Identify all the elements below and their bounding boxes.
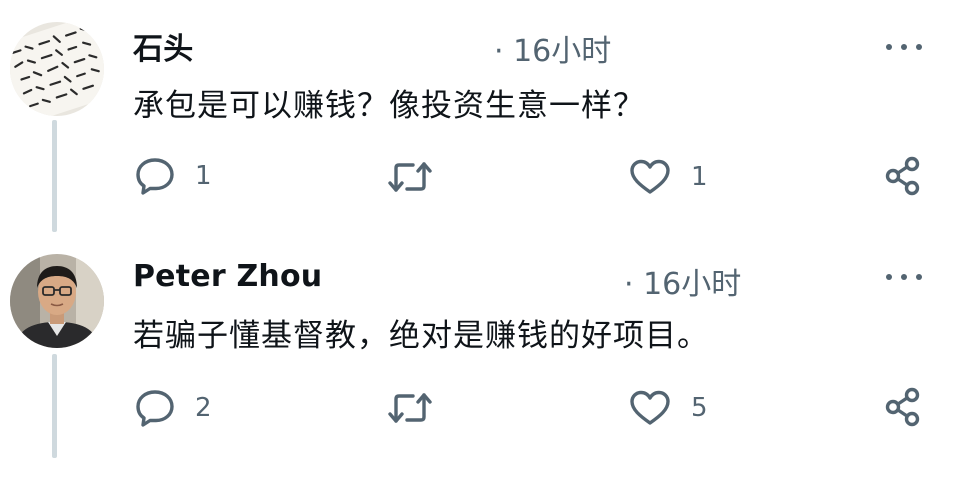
reply-count: 2 <box>195 393 212 423</box>
retweet-button[interactable] <box>387 160 453 194</box>
tweet-text: 承包是可以赚钱？像投资生意一样？ <box>133 88 645 124</box>
avatar[interactable] <box>10 22 104 116</box>
heart-icon <box>630 159 670 194</box>
calligraphy-avatar-image <box>10 22 104 116</box>
speech-bubble-icon <box>136 390 174 427</box>
timestamp[interactable]: · 16小时 <box>624 259 741 303</box>
retweet-icon <box>388 162 432 192</box>
like-count: 5 <box>691 393 708 423</box>
share-button[interactable] <box>884 387 922 427</box>
reply-button[interactable]: 1 <box>135 157 212 195</box>
share-icon <box>885 156 920 196</box>
share-icon <box>885 387 920 427</box>
person-avatar-image <box>10 254 104 348</box>
like-button[interactable]: 1 <box>629 159 708 195</box>
like-button[interactable]: 5 <box>629 390 708 426</box>
more-dots-icon[interactable] <box>886 40 922 54</box>
like-count: 1 <box>691 162 708 192</box>
share-button[interactable] <box>884 156 922 196</box>
avatar[interactable] <box>10 254 104 348</box>
more-dots-icon[interactable] <box>886 270 922 284</box>
retweet-icon <box>388 393 432 423</box>
author-name[interactable]: Peter Zhou <box>133 259 322 294</box>
timestamp[interactable]: · 16小时 <box>494 26 611 70</box>
thread-line-bottom <box>52 354 57 458</box>
speech-bubble-icon <box>136 158 174 195</box>
reply-count: 1 <box>195 161 212 191</box>
reply-button[interactable]: 2 <box>135 389 212 427</box>
thread-line-top <box>52 120 57 232</box>
heart-icon <box>630 390 670 425</box>
author-name[interactable]: 石头 <box>133 24 193 68</box>
tweet-text: 若骗子懂基督教，绝对是赚钱的好项目。 <box>133 318 709 354</box>
retweet-button[interactable] <box>387 391 453 425</box>
